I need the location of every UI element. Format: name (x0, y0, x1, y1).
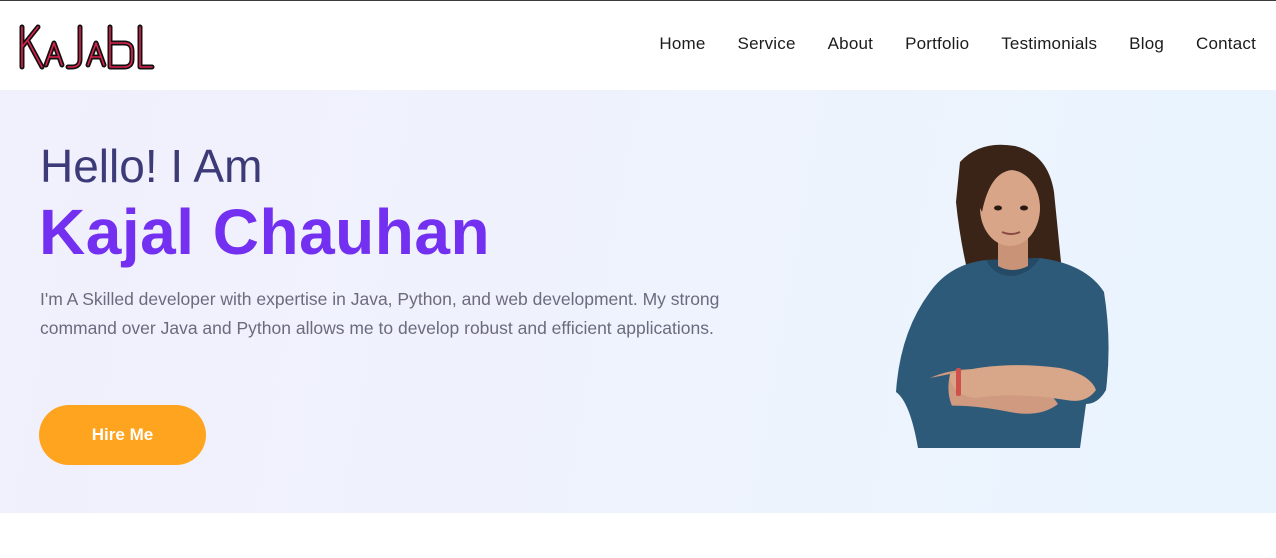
hero-description: I'm A Skilled developer with expertise i… (40, 289, 720, 338)
nav-testimonials[interactable]: Testimonials (1001, 34, 1097, 54)
hero-greeting: Hello! I Am (40, 140, 263, 192)
profile-photo (896, 144, 1109, 448)
site-header: Home Service About Portfolio Testimonial… (0, 1, 1276, 90)
nav-blog[interactable]: Blog (1129, 34, 1164, 54)
main-nav: Home Service About Portfolio Testimonial… (659, 34, 1256, 54)
page-footer-space (0, 513, 1276, 558)
hero-section: Hello! I Am Kajal Chauhan I'm A Skilled … (0, 90, 1276, 513)
logo[interactable] (16, 21, 156, 73)
nav-portfolio[interactable]: Portfolio (905, 34, 969, 54)
nav-home[interactable]: Home (659, 34, 705, 54)
nav-contact[interactable]: Contact (1196, 34, 1256, 54)
hire-me-button[interactable]: Hire Me (39, 405, 206, 465)
nav-service[interactable]: Service (738, 34, 796, 54)
hero-name: Kajal Chauhan (39, 196, 491, 268)
nav-about[interactable]: About (828, 34, 873, 54)
